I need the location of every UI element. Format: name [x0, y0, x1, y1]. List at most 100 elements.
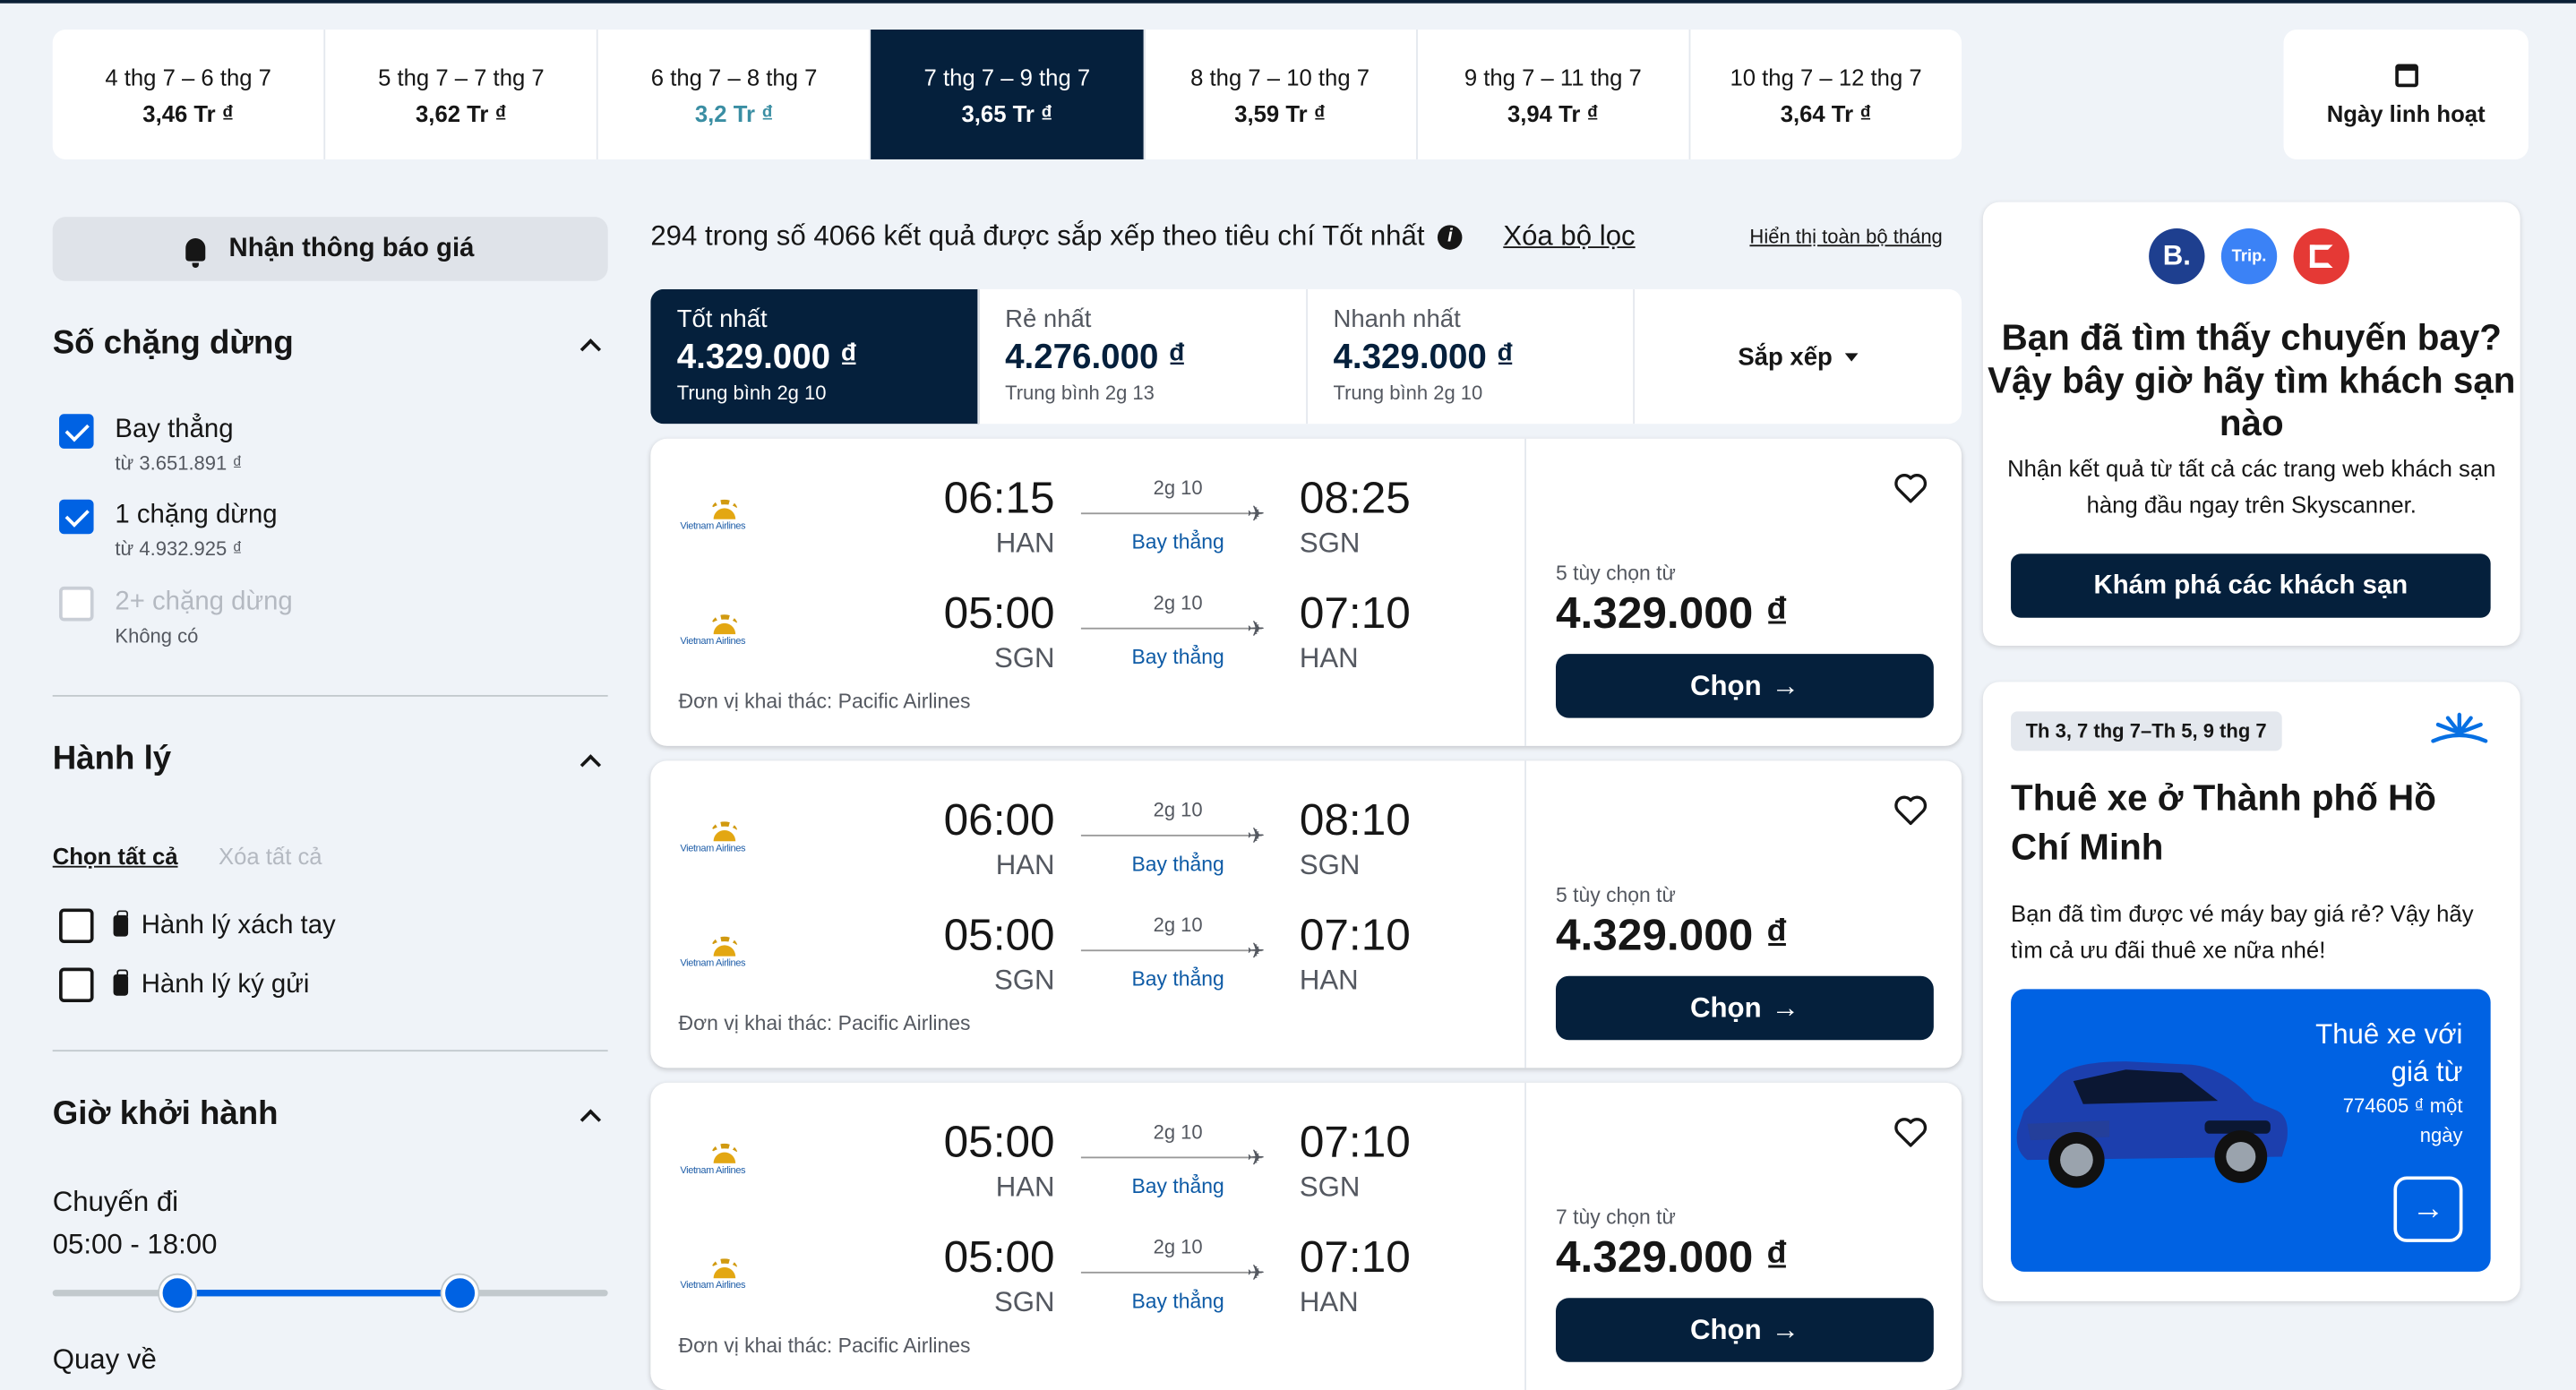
tab-duration: Trung bình 2g 13 [1005, 381, 1155, 405]
departure-time-title: Giờ khởi hành [52, 1095, 279, 1132]
lotus-icon [706, 499, 743, 519]
results-summary-text: 294 trong số 4066 kết quả được sắp xếp t… [650, 219, 1425, 252]
flexible-dates-button[interactable]: Ngày linh hoạt [2283, 30, 2529, 159]
flight-price: 4.329.000 ₫ [1555, 1231, 1789, 1282]
select-flight-button[interactable]: Chọn → [1555, 654, 1934, 718]
checkbox-checked-bag[interactable] [59, 967, 94, 1003]
suitcase-icon [113, 910, 129, 937]
date-range: 5 thg 7 – 7 thg 7 [378, 63, 545, 90]
arrival: 07:10 HAN [1300, 1231, 1411, 1319]
departure: 06:00 HAN [914, 794, 1055, 882]
route-line: ✈ [1080, 938, 1265, 963]
stop-option-direct[interactable]: Bay thẳng từ 3.651.891 ₫ [59, 414, 243, 475]
slider-handle-end[interactable] [442, 1274, 478, 1311]
route-line: ✈ [1080, 502, 1265, 526]
agoda-logo-icon [2293, 227, 2349, 285]
arrival-airport: HAN [1299, 1286, 1359, 1318]
info-icon[interactable]: i [1438, 224, 1463, 249]
flight-duration: 2g 10 ✈ Bay thẳng [1080, 476, 1275, 553]
flight-result-card[interactable]: Vietnam Airlines 06:00 HAN 2g 10 ✈ Bay thẳng 0… [650, 760, 1962, 1068]
date-price: 3,65 Tr ₫ [961, 99, 1053, 126]
heart-icon[interactable] [1893, 1116, 1928, 1149]
baggage-option-checked[interactable]: Hành lý ký gửi [59, 967, 309, 1003]
car-date-tag: Th 3, 7 thg 7–Th 5, 9 thg 7 [2011, 711, 2282, 751]
show-whole-month-link[interactable]: Hiển thị toàn bộ tháng [1749, 225, 1942, 248]
arrival: 08:10 SGN [1300, 794, 1411, 882]
date-option[interactable]: 10 thg 7 – 12 thg 7 3,64 Tr ₫ [1690, 30, 1962, 159]
tab-fastest[interactable]: Nhanh nhất 4.329.000 ₫ Trung bình 2g 10 [1307, 288, 1636, 425]
heart-icon[interactable] [1893, 472, 1928, 505]
tab-best[interactable]: Tốt nhất 4.329.000 ₫ Trung bình 2g 10 [650, 288, 979, 425]
date-range: 7 thg 7 – 9 thg 7 [923, 63, 1091, 90]
plane-icon: ✈ [1247, 938, 1266, 964]
date-option[interactable]: 8 thg 7 – 10 thg 7 3,59 Tr ₫ [1145, 30, 1418, 159]
chevron-up-icon [580, 754, 602, 776]
arrow-right-icon[interactable]: → [2393, 1176, 2463, 1242]
departure-time-section-header[interactable]: Giờ khởi hành [53, 1096, 608, 1134]
clear-all-link: Xóa tất cả [218, 843, 322, 870]
return-label: Quay về [52, 1343, 157, 1376]
car-image [2016, 1061, 2288, 1188]
stops-section-header[interactable]: Số chặng dừng [53, 325, 608, 363]
explore-hotels-button[interactable]: Khám phá các khách sạn [2011, 553, 2491, 618]
options-count: 7 tùy chọn từ [1555, 1206, 1676, 1230]
tab-cheapest[interactable]: Rẻ nhất 4.276.000 ₫ Trung bình 2g 13 [979, 288, 1308, 425]
car-ad-title: Thuê xe ở Thành phố Hồ Chí Minh [2011, 777, 2436, 868]
sort-dropdown[interactable]: Sắp xếp [1635, 289, 1962, 424]
flight-leg: Vietnam Airlines 05:00 SGN 2g 10 ✈ Bay thẳng 0… [650, 908, 1524, 1007]
clear-filters-link[interactable]: Xóa bộ lọc [1503, 220, 1635, 253]
select-flight-button[interactable]: Chọn → [1555, 975, 1934, 1041]
slider-handle-start[interactable] [159, 1274, 196, 1311]
price-alert-button[interactable]: Nhận thông báo giá [52, 217, 608, 281]
chevron-up-icon [580, 339, 602, 360]
options-count: 5 tùy chọn từ [1555, 562, 1676, 586]
date-option[interactable]: 5 thg 7 – 7 thg 7 3,62 Tr ₫ [325, 30, 599, 159]
arrival-time: 07:10 [1299, 1117, 1411, 1167]
stops-text: Bay thẳng [1131, 967, 1224, 991]
date-price: 3,46 Tr ₫ [142, 99, 235, 126]
departure-time: 05:00 [943, 1231, 1055, 1282]
checkbox-one-stop[interactable] [59, 499, 94, 535]
flight-price: 4.329.000 ₫ [1555, 588, 1789, 638]
baggage-section-header[interactable]: Hành lý [53, 741, 608, 778]
lotus-icon [706, 821, 743, 842]
stop-option-label: 2+ chặng dừng [115, 588, 293, 616]
baggage-title: Hành lý [52, 741, 172, 777]
date-option[interactable]: 6 thg 7 – 8 thg 7 3,2 Tr ₫ [598, 30, 872, 159]
date-price: 3,62 Tr ₫ [416, 99, 507, 126]
flight-result-card[interactable]: Vietnam Airlines 06:15 HAN 2g 10 ✈ Bay thẳng 0… [650, 438, 1962, 746]
departure-airport: SGN [993, 964, 1055, 996]
flight-leg: Vietnam Airlines 05:00 HAN 2g 10 ✈ Bay thẳng 0… [650, 1116, 1524, 1214]
tab-duration: Trung bình 2g 10 [1333, 381, 1483, 405]
flight-duration: 2g 10 ✈ Bay thẳng [1080, 1120, 1275, 1198]
outbound-label: Chuyến đi [52, 1186, 179, 1218]
date-option[interactable]: 7 thg 7 – 9 thg 7 3,65 Tr ₫ [871, 30, 1145, 159]
duration-text: 2g 10 [1153, 476, 1203, 500]
checkbox-carry-on[interactable] [59, 908, 94, 944]
stop-option-two-plus: 2+ chặng dừng Không có [59, 586, 293, 648]
card-divider [1524, 1082, 1526, 1390]
operator-text: Đơn vị khai thác: Pacific Airlines [678, 1012, 971, 1035]
arrival-airport: HAN [1299, 642, 1359, 674]
car-promo-banner[interactable]: Thuê xe với giá từ 774605 ₫ một ngày → [2011, 989, 2491, 1272]
stops-text: Bay thẳng [1131, 1174, 1224, 1198]
baggage-option-carry-on[interactable]: Hành lý xách tay [59, 908, 336, 944]
flight-duration: 2g 10 ✈ Bay thẳng [1080, 914, 1275, 991]
outbound-time-slider[interactable] [52, 1274, 608, 1311]
select-all-link[interactable]: Chọn tất cả [53, 843, 178, 869]
operator-text: Đơn vị khai thác: Pacific Airlines [678, 690, 971, 714]
date-option[interactable]: 9 thg 7 – 11 thg 7 3,94 Tr ₫ [1417, 30, 1691, 159]
promo-title: Thuê xe với giá từ [2315, 1018, 2463, 1088]
checkbox-direct[interactable] [59, 414, 94, 449]
stop-option-one-stop[interactable]: 1 chặng dừng từ 4.932.925 ₫ [59, 499, 278, 561]
baggage-option-label: Hành lý xách tay [141, 911, 336, 940]
airline-name: Vietnam Airlines [680, 959, 746, 970]
date-option[interactable]: 4 thg 7 – 6 thg 7 3,46 Tr ₫ [53, 30, 326, 159]
arrival-airport: SGN [1299, 1171, 1361, 1203]
airline-name: Vietnam Airlines [680, 844, 746, 854]
lotus-icon [706, 1143, 743, 1163]
departure: 05:00 SGN [914, 587, 1055, 675]
select-flight-button[interactable]: Chọn → [1555, 1298, 1934, 1362]
flight-result-card[interactable]: Vietnam Airlines 05:00 HAN 2g 10 ✈ Bay thẳng 0… [650, 1082, 1962, 1390]
heart-icon[interactable] [1893, 794, 1928, 827]
